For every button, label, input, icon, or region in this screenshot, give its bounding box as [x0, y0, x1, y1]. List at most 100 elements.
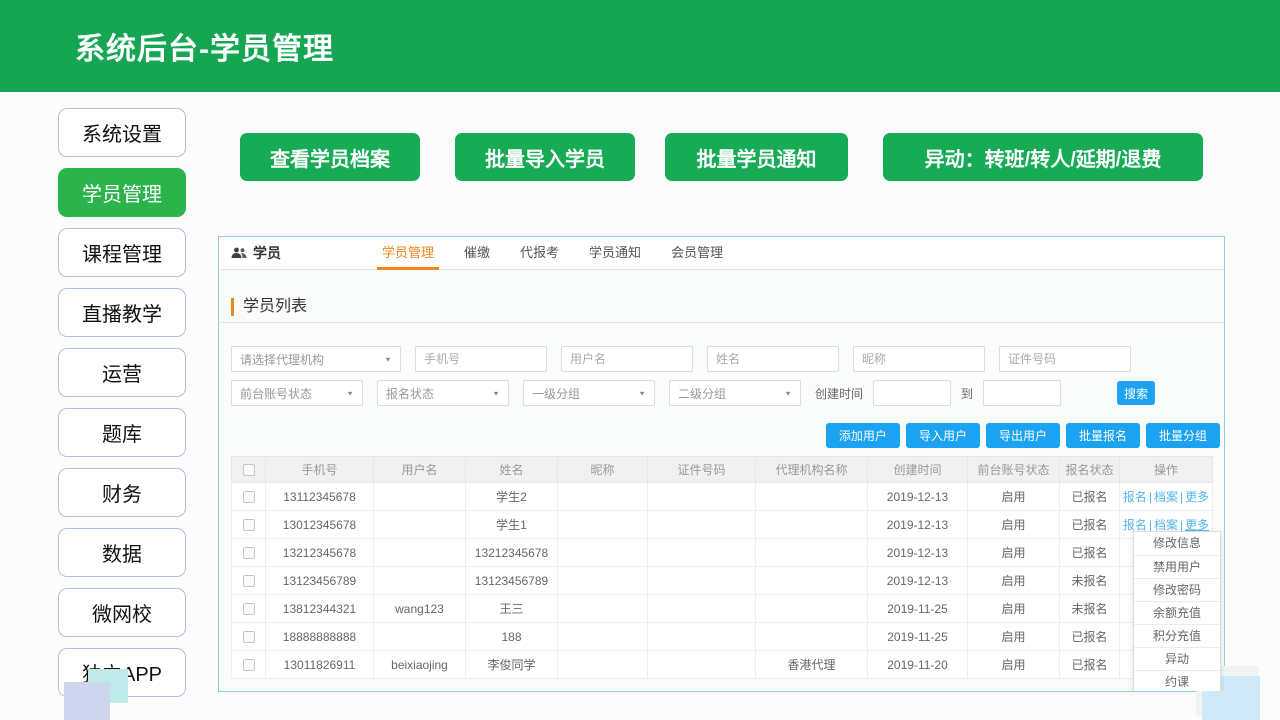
agency-select[interactable]: 请选择代理机构▼ [231, 346, 401, 372]
phone-cell: 13212345678 [266, 539, 374, 567]
tab-2[interactable]: 催缴 [449, 237, 505, 270]
filter-input-2[interactable] [561, 346, 693, 372]
quick-action-button-3[interactable]: 批量学员通知 [665, 133, 848, 181]
sidebar-item-5[interactable]: 运营 [58, 348, 186, 397]
sidebar-item-4[interactable]: 直播教学 [58, 288, 186, 337]
row-checkbox[interactable] [243, 631, 255, 643]
sidebar-item-3[interactable]: 课程管理 [58, 228, 186, 277]
date-from-input[interactable] [873, 380, 951, 406]
dropdown-item-5[interactable]: 积分充值 [1134, 624, 1220, 647]
agency-cell [756, 539, 868, 567]
op-link-3[interactable]: 更多 [1185, 490, 1209, 504]
tab-3[interactable]: 代报考 [505, 237, 574, 270]
sidebar-item-1[interactable]: 系统设置 [58, 108, 186, 157]
bulk-button-2[interactable]: 导入用户 [906, 423, 980, 448]
row-checkbox-cell [232, 511, 266, 539]
student-table: 手机号用户名姓名昵称证件号码代理机构名称创建时间前台账号状态报名状态操作 131… [231, 456, 1213, 679]
tab-5[interactable]: 会员管理 [656, 237, 738, 270]
account-status-cell: 启用 [968, 623, 1060, 651]
sidebar-item-2-active[interactable]: 学员管理 [58, 168, 186, 217]
column-header: 操作 [1120, 457, 1213, 483]
nickname-cell [558, 539, 648, 567]
dropdown-item-6[interactable]: 异动 [1134, 647, 1220, 670]
enroll-status-cell: 已报名 [1060, 539, 1120, 567]
quick-action-button-2[interactable]: 批量导入学员 [455, 133, 635, 181]
filter-select-3[interactable]: 一级分组▼ [523, 380, 655, 406]
nickname-cell [558, 483, 648, 511]
sidebar-item-9[interactable]: 微网校 [58, 588, 186, 637]
search-button[interactable]: 搜索 [1117, 381, 1155, 405]
row-checkbox[interactable] [243, 547, 255, 559]
table-row: 13212345678132123456782019-12-13启用已报名 [232, 539, 1213, 567]
dropdown-item-7[interactable]: 约课 [1134, 670, 1220, 692]
tab-1-active[interactable]: 学员管理 [367, 237, 449, 270]
phone-cell: 18888888888 [266, 623, 374, 651]
date-to-label: 到 [961, 385, 973, 402]
op-link-2[interactable]: 档案 [1154, 518, 1178, 532]
filter-row-2: 前台账号状态▼报名状态▼一级分组▼二级分组▼创建时间到搜索 [231, 380, 1155, 406]
row-checkbox[interactable] [243, 491, 255, 503]
op-link-2[interactable]: 档案 [1154, 490, 1178, 504]
phone-cell: 13812344321 [266, 595, 374, 623]
section-title: 学员列表 [231, 298, 307, 316]
sidebar-item-6[interactable]: 题库 [58, 408, 186, 457]
op-link-1[interactable]: 报名 [1123, 490, 1147, 504]
quick-action-button-4[interactable]: 异动：转班/转人/延期/退费 [883, 133, 1203, 181]
sidebar-item-7[interactable]: 财务 [58, 468, 186, 517]
filter-select-4[interactable]: 二级分组▼ [669, 380, 801, 406]
quick-action-button-1[interactable]: 查看学员档案 [240, 133, 420, 181]
date-to-input[interactable] [983, 380, 1061, 406]
agency-select-placeholder: 请选择代理机构 [240, 351, 324, 368]
dropdown-item-1[interactable]: 修改信息 [1134, 532, 1220, 555]
name-cell: 李俊同学 [466, 651, 558, 679]
sidebar-item-8[interactable]: 数据 [58, 528, 186, 577]
id-number-cell [648, 539, 756, 567]
row-checkbox-cell [232, 623, 266, 651]
sidebar: 系统设置学员管理课程管理直播教学运营题库财务数据微网校独立APP [58, 108, 186, 708]
op-separator: | [1180, 490, 1183, 504]
filter-select-2[interactable]: 报名状态▼ [377, 380, 509, 406]
bulk-button-4[interactable]: 批量报名 [1066, 423, 1140, 448]
nickname-cell [558, 623, 648, 651]
row-checkbox[interactable] [243, 659, 255, 671]
section-header: 学员列表 [219, 292, 1224, 323]
filter-input-5[interactable] [999, 346, 1131, 372]
column-header: 昵称 [558, 457, 648, 483]
bulk-button-5[interactable]: 批量分组 [1146, 423, 1220, 448]
ops-cell: 报名|档案|更多 [1120, 483, 1213, 511]
id-number-cell [648, 511, 756, 539]
select-all-checkbox[interactable] [243, 464, 255, 476]
bulk-actions: 添加用户导入用户导出用户批量报名批量分组 [820, 423, 1220, 448]
bulk-button-1[interactable]: 添加用户 [826, 423, 900, 448]
op-link-3[interactable]: 更多 [1185, 518, 1209, 532]
filter-input-3[interactable] [707, 346, 839, 372]
dropdown-item-3[interactable]: 修改密码 [1134, 578, 1220, 601]
agency-cell [756, 511, 868, 539]
phone-cell: 13123456789 [266, 567, 374, 595]
enroll-status-cell: 已报名 [1060, 511, 1120, 539]
dropdown-item-4[interactable]: 余额充值 [1134, 601, 1220, 624]
tab-bar: 学员管理催缴代报考学员通知会员管理 [367, 237, 738, 270]
nickname-cell [558, 595, 648, 623]
row-checkbox-cell [232, 483, 266, 511]
filter-input-1[interactable] [415, 346, 547, 372]
row-checkbox[interactable] [243, 519, 255, 531]
decor-square-lavender-left [64, 682, 110, 720]
name-cell: 学生2 [466, 483, 558, 511]
table-header-row: 手机号用户名姓名昵称证件号码代理机构名称创建时间前台账号状态报名状态操作 [232, 457, 1213, 483]
phone-cell: 13012345678 [266, 511, 374, 539]
row-checkbox[interactable] [243, 575, 255, 587]
caret-down-icon: ▼ [346, 389, 354, 396]
account-status-cell: 启用 [968, 595, 1060, 623]
bulk-button-3[interactable]: 导出用户 [986, 423, 1060, 448]
op-link-1[interactable]: 报名 [1123, 518, 1147, 532]
agency-cell [756, 595, 868, 623]
tab-4[interactable]: 学员通知 [574, 237, 656, 270]
created-cell: 2019-12-13 [868, 539, 968, 567]
row-checkbox[interactable] [243, 603, 255, 615]
filter-select-1[interactable]: 前台账号状态▼ [231, 380, 363, 406]
dropdown-item-2[interactable]: 禁用用户 [1134, 555, 1220, 578]
table-row: 13812344321wang123王三2019-11-25启用未报名 [232, 595, 1213, 623]
username-cell [374, 483, 466, 511]
filter-input-4[interactable] [853, 346, 985, 372]
